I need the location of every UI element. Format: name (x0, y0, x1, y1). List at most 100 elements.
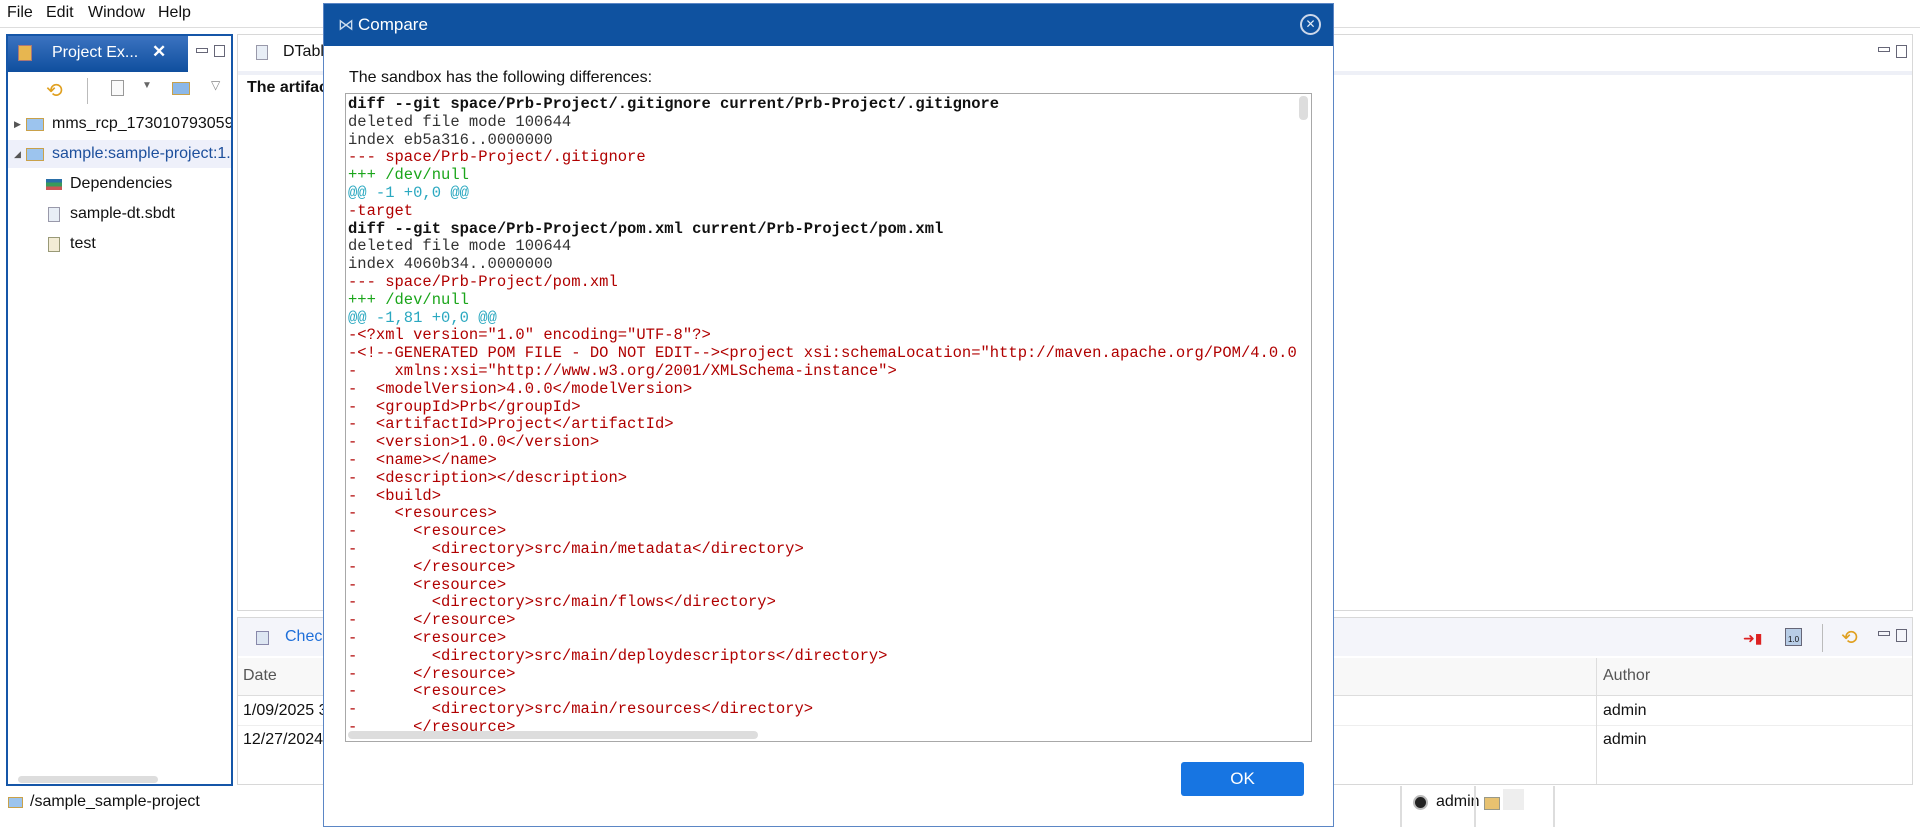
dialog-message: The sandbox has the following difference… (349, 69, 653, 86)
new-file-icon[interactable] (111, 80, 124, 96)
view-menu-icon[interactable]: ▽ (211, 78, 220, 92)
horizontal-scrollbar[interactable] (348, 731, 758, 739)
menu-window[interactable]: Window (88, 4, 145, 22)
maximize-icon[interactable] (1896, 629, 1907, 642)
tree-item-label: mms_rcp_173010793059 (52, 115, 231, 132)
toolbar-separator (1822, 624, 1823, 652)
checkout-icon[interactable]: ➜▮ (1743, 630, 1762, 647)
diff-line-del: - <artifactId>Project</artifactId> (348, 415, 674, 434)
collapse-icon[interactable]: ◢ (14, 140, 21, 168)
library-icon (46, 179, 62, 190)
tree-item-label: sample-dt.sbdt (70, 205, 175, 222)
diff-line-del: -target (348, 201, 414, 220)
explorer-toolbar: ⟲ ▼ ▽ (8, 72, 231, 108)
cell-date: 1/09/2025 3 (243, 702, 328, 719)
diff-line-del: - <directory>src/main/deploydescriptors<… (348, 646, 888, 665)
diff-line-del: - <resource> (348, 628, 507, 647)
status-placeholder (1503, 789, 1524, 810)
decision-table-file-icon (256, 45, 268, 60)
diff-line-del: --- space/Prb-Project/.gitignore (348, 148, 646, 167)
diff-line-del: -<?xml version="1.0" encoding="UTF-8"?> (348, 326, 711, 345)
close-icon[interactable]: ✕ (1300, 14, 1321, 35)
cell-author: admin (1603, 731, 1647, 748)
cell-date: 12/27/2024 (243, 731, 324, 748)
ok-button[interactable]: OK (1181, 762, 1304, 796)
diff-line-del: - <description></description> (348, 468, 628, 487)
folder-icon (8, 797, 23, 808)
project-explorer-icon (18, 45, 32, 61)
tree-item-mms-rcp[interactable]: ▶ mms_rcp_173010793059 (8, 110, 231, 138)
menu-help[interactable]: Help (158, 4, 191, 22)
diff-line-add: +++ /dev/null (348, 166, 469, 185)
user-icon (1413, 795, 1428, 810)
maximize-icon[interactable] (214, 45, 225, 57)
tab-project-explorer[interactable]: Project Ex... ✕ (8, 36, 188, 72)
diff-text-area[interactable]: diff --git space/Prb-Project/.gitignore … (345, 93, 1312, 742)
decision-table-file-icon (48, 207, 60, 222)
diff-line-del: - <name></name> (348, 450, 497, 469)
diff-line-meta: index 4060b34..0000000 (348, 255, 553, 274)
diff-line-del: - xmlns:xsi="http://www.w3.org/2001/XMLS… (348, 361, 897, 380)
minimize-icon[interactable] (1878, 631, 1890, 636)
diff-line-del: - </resource> (348, 557, 516, 576)
close-icon[interactable]: ✕ (152, 42, 166, 62)
diff-line-meta: deleted file mode 100644 (348, 112, 572, 131)
menu-edit[interactable]: Edit (46, 4, 74, 22)
workspace-icon[interactable] (1484, 797, 1500, 810)
diff-line-hunk: @@ -1,81 +0,0 @@ (348, 308, 497, 327)
diff-line-meta: index eb5a316..0000000 (348, 130, 553, 149)
diff-line-del: - <directory>src/main/metadata</director… (348, 539, 804, 558)
version-icon[interactable]: 1.0 (1785, 628, 1802, 646)
sync-icon[interactable]: ⟲ (1841, 625, 1858, 650)
diff-line-hunk: @@ -1 +0,0 @@ (348, 183, 469, 202)
folder-icon (26, 118, 44, 131)
diff-line-del: - <resource> (348, 682, 507, 701)
compare-icon: ⋈ (338, 17, 354, 34)
diff-line-del: - <directory>src/main/flows</directory> (348, 593, 776, 612)
diff-line-meta: deleted file mode 100644 (348, 237, 572, 256)
flow-file-icon (48, 237, 60, 252)
tree-item-label: test (70, 235, 96, 252)
tree-item-label: Dependencies (70, 175, 173, 192)
column-author[interactable]: Author (1603, 667, 1650, 685)
vertical-scrollbar[interactable] (1299, 96, 1308, 120)
dialog-title-bar[interactable]: ⋈ Compare ✕ (324, 4, 1333, 46)
tree-item-test[interactable]: test (8, 230, 231, 258)
new-folder-icon[interactable] (172, 82, 190, 95)
minimize-icon[interactable] (196, 48, 208, 53)
tree-item-sample-project[interactable]: ◢ sample:sample-project:1.0 (8, 140, 231, 168)
horizontal-scrollbar[interactable] (18, 776, 158, 783)
project-explorer-panel: Project Ex... ✕ ⟲ ▼ ▽ ▶ mms_rcp_17301079… (6, 34, 233, 786)
status-separator (1553, 786, 1555, 827)
diff-line-del: - <modelVersion>4.0.0</modelVersion> (348, 379, 693, 398)
dropdown-icon[interactable]: ▼ (142, 80, 152, 91)
status-separator (1400, 786, 1402, 827)
diff-line-del: -<!--GENERATED POM FILE - DO NOT EDIT-->… (348, 344, 1297, 363)
maximize-icon[interactable] (1896, 45, 1907, 58)
expand-icon[interactable]: ▶ (14, 110, 21, 138)
diff-line-del: - <resource> (348, 575, 507, 594)
diff-line-del: - <resources> (348, 504, 497, 523)
toolbar-separator (87, 78, 88, 104)
status-path: /sample_sample-project (30, 793, 200, 810)
diff-line-del: - </resource> (348, 664, 516, 683)
tab-editor[interactable]: DTabl (283, 43, 324, 61)
tree-item-dependencies[interactable]: Dependencies (8, 170, 231, 198)
diff-line-del: - <build> (348, 486, 442, 505)
tab-label: Project Ex... (52, 44, 139, 61)
tree-item-sample-dt[interactable]: sample-dt.sbdt (8, 200, 231, 228)
sync-icon[interactable]: ⟲ (46, 78, 63, 103)
check-history-icon (256, 631, 269, 645)
minimize-icon[interactable] (1878, 47, 1890, 52)
diff-line-header: diff --git space/Prb-Project/pom.xml cur… (348, 219, 944, 238)
column-date[interactable]: Date (243, 667, 277, 685)
diff-line-del: - </resource> (348, 611, 516, 630)
menu-file[interactable]: File (7, 4, 33, 22)
diff-lines: diff --git space/Prb-Project/.gitignore … (348, 95, 1297, 737)
diff-line-del: - <directory>src/main/resources</directo… (348, 700, 814, 719)
column-divider (1596, 658, 1597, 696)
diff-line-del: - <groupId>Prb</groupId> (348, 397, 581, 416)
cell-author: admin (1603, 702, 1647, 719)
diff-line-del: - <version>1.0.0</version> (348, 433, 600, 452)
status-separator (1474, 786, 1476, 827)
